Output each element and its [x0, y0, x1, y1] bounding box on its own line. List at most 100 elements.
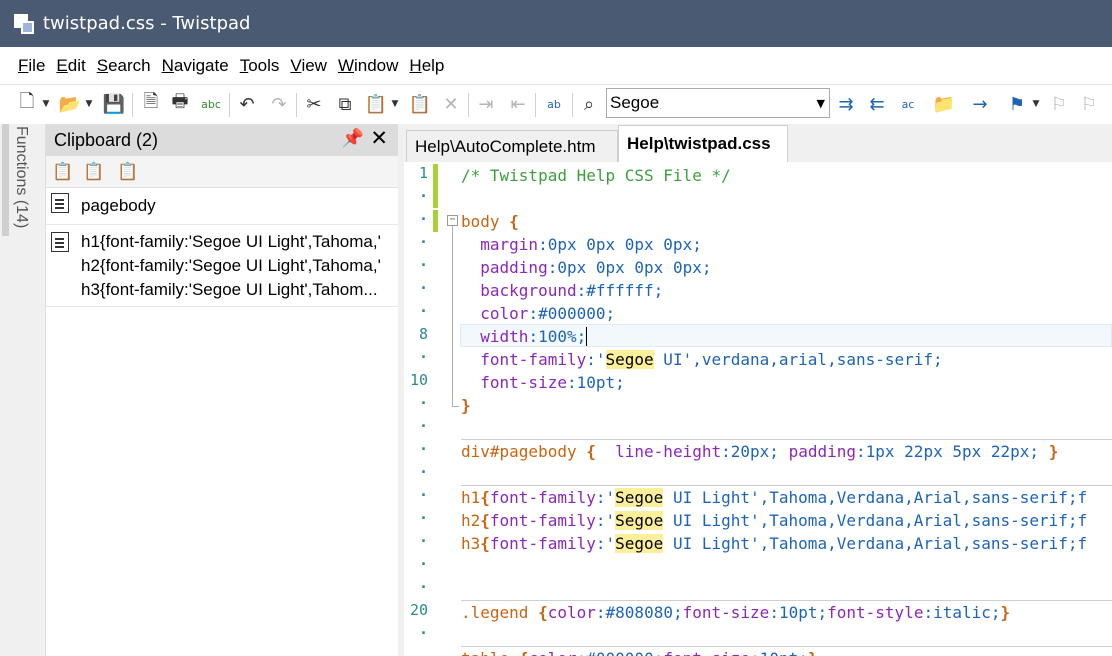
- clipboard-clear-icon[interactable]: 📋: [116, 160, 140, 184]
- line-number: ·: [418, 187, 428, 205]
- find-next-icon[interactable]: ⇉: [833, 91, 859, 117]
- open-dropdown-icon[interactable]: ▼: [83, 91, 95, 117]
- search-match-highlight: Segoe: [615, 488, 664, 507]
- line-number: 8: [418, 325, 428, 343]
- save-icon[interactable]: 💾: [101, 91, 127, 117]
- fold-toggle-icon[interactable]: −: [447, 215, 458, 226]
- code-line: }: [461, 396, 471, 415]
- delete-icon[interactable]: ✕: [438, 91, 464, 117]
- print-preview-icon[interactable]: 🗎: [138, 91, 164, 117]
- next-bookmark-icon[interactable]: ⚐: [1046, 91, 1072, 117]
- code-line: div#pagebody { line-height:20px; padding…: [461, 442, 1059, 461]
- code-line: body {: [461, 212, 519, 231]
- change-marker: [433, 164, 438, 208]
- functions-side-strip: Functions (14): [0, 124, 46, 656]
- copy-icon[interactable]: ⧉: [332, 91, 358, 117]
- line-number: ·: [418, 279, 428, 297]
- tab-autocomplete[interactable]: Help\AutoComplete.htm: [406, 130, 618, 162]
- menu-search[interactable]: Search: [97, 56, 151, 76]
- clipboard-item[interactable]: pagebody: [46, 188, 398, 225]
- line-number: ·: [418, 256, 428, 274]
- line-number: ·: [418, 348, 428, 366]
- search-combo[interactable]: Segoe ▼: [606, 88, 830, 118]
- window-title: twistpad.css - Twistpad: [43, 13, 251, 34]
- code-line: h2{font-family:'Segoe UI Light',Tahoma,V…: [461, 511, 1088, 530]
- replace-icon[interactable]: ac: [895, 91, 921, 117]
- chevron-down-icon[interactable]: ▼: [817, 97, 825, 110]
- functions-tab-indicator: [2, 124, 9, 236]
- twistpad-app-icon: [14, 13, 34, 34]
- find-in-files-icon[interactable]: 📁: [931, 91, 957, 117]
- previous-bookmark-icon[interactable]: ⚐: [1076, 91, 1102, 117]
- clipboard-toolbar: 📋 📋 📋: [46, 156, 398, 188]
- line-number: ·: [418, 555, 428, 573]
- menu-navigate[interactable]: Navigate: [162, 56, 229, 76]
- menu-file[interactable]: File: [18, 56, 45, 76]
- document-icon: [51, 232, 69, 252]
- pin-icon[interactable]: 📌: [342, 128, 364, 149]
- paste-dropdown-icon[interactable]: ▼: [389, 91, 401, 117]
- fold-guide: [452, 226, 453, 406]
- line-number: ·: [418, 233, 428, 251]
- clipboard-paste-all-icon[interactable]: 📋: [82, 160, 106, 184]
- title-bar: twistpad.css - Twistpad: [0, 0, 1112, 47]
- undo-icon[interactable]: ↶: [234, 91, 260, 117]
- menu-window[interactable]: Window: [338, 56, 398, 76]
- bookmark-dropdown-icon[interactable]: ▼: [1030, 91, 1042, 117]
- find-previous-icon[interactable]: ⇇: [864, 91, 890, 117]
- code-line: font-family:'Segoe UI',verdana,arial,san…: [480, 350, 943, 369]
- code-line: background:#ffffff;: [480, 281, 664, 300]
- menu-help[interactable]: Help: [409, 56, 444, 76]
- clipboard-item[interactable]: h1{font-family:'Segoe UI Light',Tahoma,'…: [46, 225, 398, 307]
- line-gutter: 1 · · · · · · 8 · 10 · · · · · · · · · 2…: [404, 162, 434, 656]
- cut-icon[interactable]: ✂: [301, 91, 327, 117]
- indent-icon[interactable]: ⇥: [473, 91, 499, 117]
- menu-tools[interactable]: Tools: [240, 56, 280, 76]
- menu-bar: File Edit Search Navigate Tools View Win…: [0, 47, 1112, 84]
- line-number: ·: [418, 417, 428, 435]
- spell-check-icon[interactable]: abc: [198, 91, 224, 117]
- bookmark-flag-icon[interactable]: ⚑: [1004, 91, 1030, 117]
- code-editor[interactable]: 1 · · · · · · 8 · 10 · · · · · · · · · 2…: [404, 162, 1112, 656]
- outdent-icon[interactable]: ⇤: [505, 91, 531, 117]
- toolbar-separator: [572, 93, 573, 117]
- toolbar-separator: [229, 93, 230, 117]
- find-binoculars-icon[interactable]: ⌕: [576, 91, 602, 117]
- new-file-icon[interactable]: 🗋: [14, 91, 40, 117]
- search-input[interactable]: Segoe: [610, 93, 659, 113]
- open-folder-icon[interactable]: 📂: [57, 91, 83, 117]
- print-icon[interactable]: 🖶: [167, 91, 193, 117]
- menu-edit[interactable]: Edit: [56, 56, 85, 76]
- search-match-highlight: Segoe: [605, 350, 654, 369]
- line-number: 20: [409, 601, 428, 619]
- line-number: ·: [418, 624, 428, 642]
- document-icon: [51, 193, 69, 213]
- clipboard-panel: Clipboard (2) 📌 ✕ 📋 📋 📋 pagebody h1{font…: [46, 124, 398, 656]
- toolbar-separator: [296, 93, 297, 117]
- clipboard-title: Clipboard (2): [54, 129, 159, 150]
- code-line: padding:0px 0px 0px 0px;: [480, 258, 712, 277]
- functions-tab[interactable]: Functions (14): [12, 126, 30, 228]
- code-line: margin:0px 0px 0px 0px;: [480, 235, 702, 254]
- new-file-dropdown-icon[interactable]: ▼: [40, 91, 52, 117]
- menu-view[interactable]: View: [290, 56, 327, 76]
- main-toolbar: 🗋 ▼ 📂 ▼ 💾 🗎 🖶 abc ↶ ↷ ✂ ⧉ 📋 ▼ 📋 ✕ ⇥ ⇤ ab…: [0, 84, 1112, 124]
- line-number: ·: [418, 440, 428, 458]
- change-marker: [433, 210, 438, 232]
- code-line: .legend {color:#808080;font-size:10pt;fo…: [461, 603, 1011, 622]
- fold-guide: [452, 406, 459, 407]
- paste-icon[interactable]: 📋: [363, 91, 389, 117]
- close-icon[interactable]: ✕: [370, 126, 388, 150]
- redo-icon[interactable]: ↷: [266, 91, 292, 117]
- search-match-highlight: Segoe: [615, 511, 664, 530]
- clipboard-paste-icon[interactable]: 📋: [407, 91, 433, 117]
- line-number: ·: [418, 302, 428, 320]
- go-to-icon[interactable]: →: [967, 91, 993, 117]
- toolbar-separator: [468, 93, 469, 117]
- tab-twistpad-css[interactable]: Help\twistpad.css: [618, 125, 788, 162]
- clipboard-paste-icon[interactable]: 📋: [51, 160, 75, 184]
- convert-case-icon[interactable]: ab: [541, 91, 567, 117]
- clipboard-header: Clipboard (2) 📌 ✕: [46, 124, 398, 156]
- document-tabs: Help\AutoComplete.htm Help\twistpad.css: [404, 124, 1112, 162]
- code-line: width:100%;: [480, 327, 588, 346]
